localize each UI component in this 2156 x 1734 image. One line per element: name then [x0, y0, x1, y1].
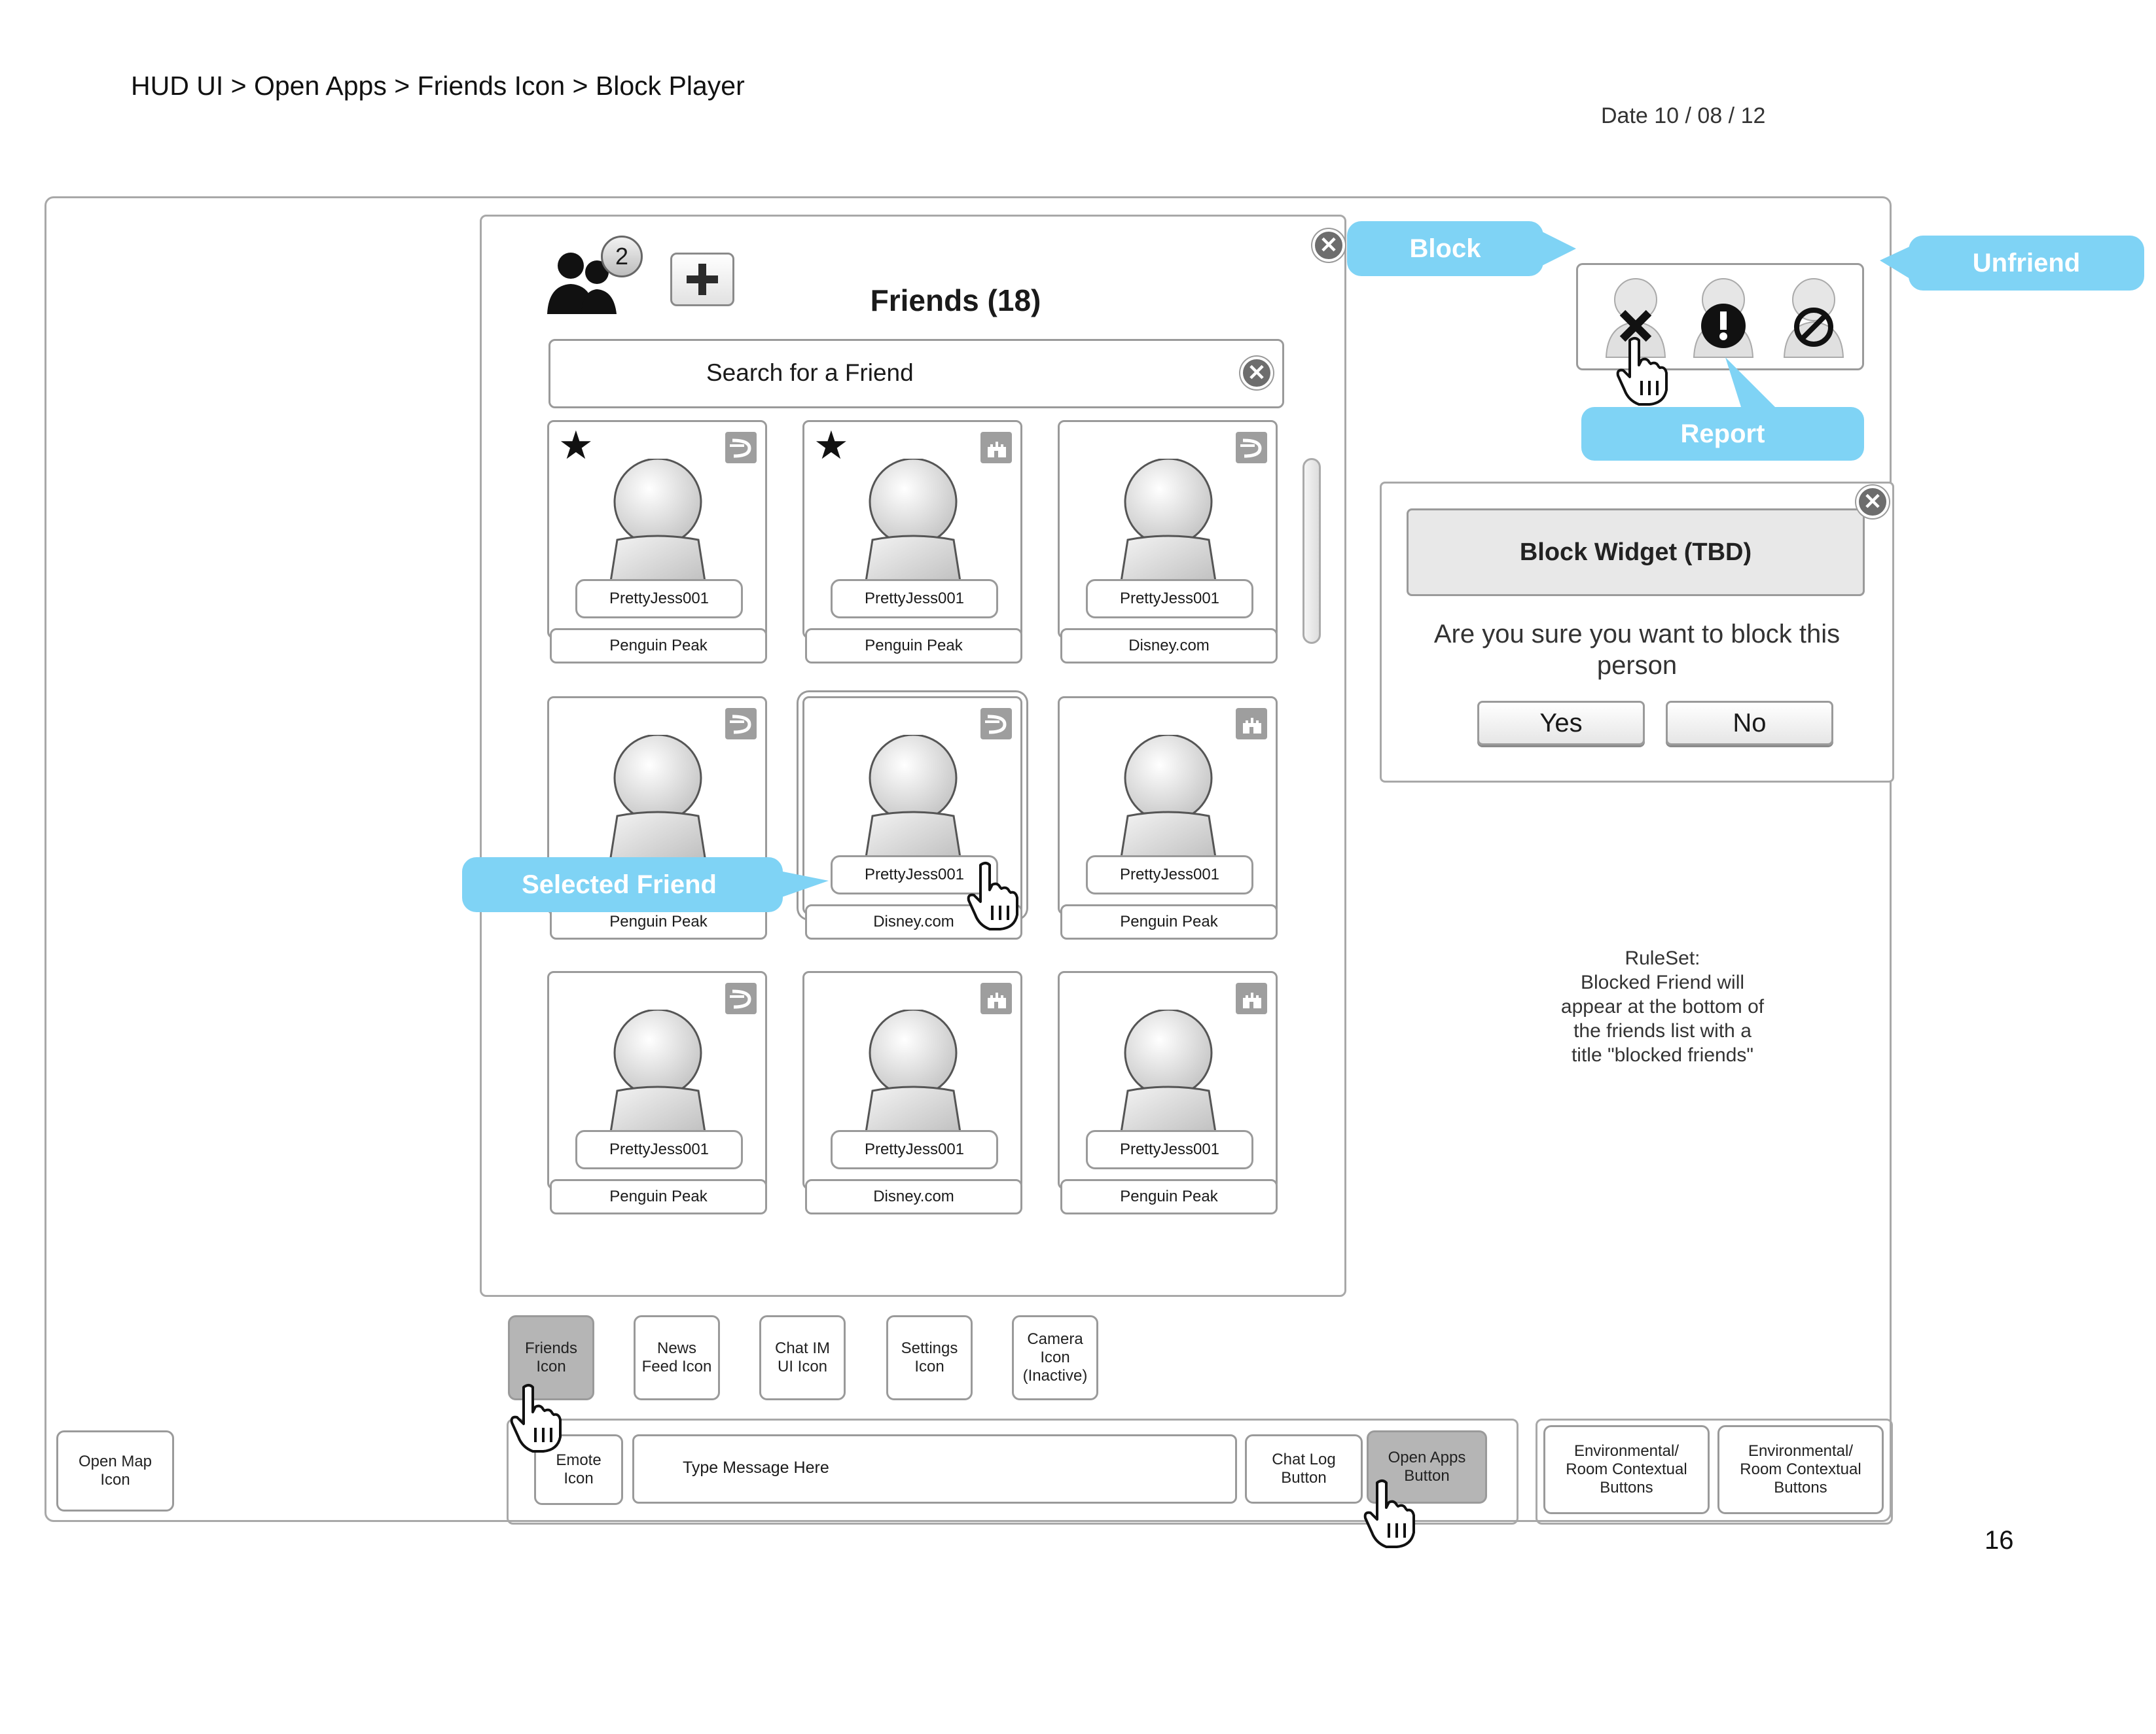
friends-count-badge: 2: [601, 236, 643, 277]
hand-cursor-icon: [966, 860, 1022, 932]
ruleset-line: Blocked Friend will: [1580, 972, 1745, 993]
friend-card[interactable]: ★ PrettyJess001 Penguin Peak: [802, 420, 1025, 671]
friends-panel-close-button[interactable]: ✕: [1312, 229, 1345, 262]
selected-friend-callout: Selected Friend: [462, 857, 829, 912]
search-input[interactable]: Search for a Friend: [706, 359, 914, 387]
friend-name: PrettyJess001: [831, 1130, 998, 1169]
castle-icon: [1235, 982, 1268, 1015]
friend-card-frame: PrettyJess001: [1058, 696, 1278, 915]
unfriend-callout: Unfriend: [1880, 236, 2144, 291]
disney-d-icon: [725, 431, 757, 464]
friend-location: Disney.com: [805, 1179, 1022, 1214]
ruleset-note: RuleSet: Blocked Friend will appear at t…: [1505, 946, 1820, 1067]
close-icon: ✕: [1247, 361, 1267, 385]
friend-card[interactable]: PrettyJess001 Disney.com: [802, 971, 1025, 1222]
friend-card-frame: PrettyJess001: [547, 971, 767, 1190]
page-number: 16: [1985, 1526, 2014, 1555]
friend-name: PrettyJess001: [831, 579, 998, 618]
block-dialog-title: Block Widget (TBD): [1407, 508, 1865, 596]
disney-d-icon: [980, 707, 1013, 740]
friend-location: Disney.com: [1060, 628, 1278, 664]
friend-location: Penguin Peak: [550, 628, 767, 664]
block-dialog: Block Widget (TBD) Are you sure you want…: [1380, 482, 1894, 783]
favorite-star-icon[interactable]: ★: [558, 426, 594, 465]
message-input[interactable]: Type Message Here: [632, 1434, 1237, 1504]
ruleset-line: the friends list with a: [1573, 1020, 1752, 1042]
friend-card[interactable]: PrettyJess001 Penguin Peak: [547, 971, 770, 1222]
chat-log-button[interactable]: Chat Log Button: [1245, 1434, 1363, 1504]
app-icon-button[interactable]: Chat IM UI Icon: [759, 1315, 846, 1400]
disney-d-icon: [725, 982, 757, 1015]
castle-icon: [980, 431, 1013, 464]
hand-cursor-icon: [1363, 1477, 1419, 1549]
block-dialog-message: Are you sure you want to block this pers…: [1433, 620, 1841, 680]
date-label: Date 10 / 08 / 12: [1601, 103, 1766, 128]
unfriend-callout-label: Unfriend: [1972, 248, 2081, 277]
environment-button[interactable]: Environmental/ Room Contextual Buttons: [1543, 1425, 1710, 1514]
friend-name: PrettyJess001: [575, 1130, 743, 1169]
open-map-button[interactable]: Open Map Icon: [56, 1430, 174, 1512]
report-callout-label: Report: [1680, 419, 1765, 448]
friend-name: PrettyJess001: [1086, 1130, 1253, 1169]
friend-card[interactable]: PrettyJess001 Disney.com: [1058, 420, 1280, 671]
add-friend-button[interactable]: [670, 253, 734, 306]
unfriend-icon[interactable]: [1778, 274, 1850, 359]
report-player-icon[interactable]: [1687, 274, 1759, 359]
friend-card-frame: PrettyJess001: [802, 971, 1022, 1190]
friend-location: Penguin Peak: [550, 1179, 767, 1214]
close-icon: ✕: [1863, 489, 1882, 514]
selected-friend-callout-label: Selected Friend: [522, 870, 717, 899]
ruleset-line: title "blocked friends": [1571, 1044, 1754, 1066]
ruleset-heading: RuleSet:: [1625, 947, 1700, 969]
block-no-button[interactable]: No: [1666, 701, 1833, 745]
hand-cursor-icon: [509, 1382, 566, 1454]
block-dialog-close-button[interactable]: ✕: [1856, 486, 1889, 518]
friend-name: PrettyJess001: [1086, 579, 1253, 618]
breadcrumb: HUD UI > Open Apps > Friends Icon > Bloc…: [131, 71, 745, 101]
app-icon-button[interactable]: Settings Icon: [886, 1315, 973, 1400]
disney-d-icon: [725, 707, 757, 740]
friends-title: Friends (18): [870, 283, 1041, 317]
search-clear-button[interactable]: ✕: [1240, 357, 1273, 389]
friend-name: PrettyJess001: [575, 579, 743, 618]
friend-card-frame: ★ PrettyJess001: [802, 420, 1022, 639]
friend-card-frame: PrettyJess001: [1058, 971, 1278, 1190]
message-placeholder: Type Message Here: [683, 1459, 829, 1477]
castle-icon: [980, 982, 1013, 1015]
friend-card[interactable]: PrettyJess001 Penguin Peak: [1058, 971, 1280, 1222]
hand-cursor-icon: [1615, 335, 1672, 407]
friend-card-frame: ★ PrettyJess001: [547, 420, 767, 639]
friend-card[interactable]: PrettyJess001 Penguin Peak: [1058, 696, 1280, 947]
friend-location: Penguin Peak: [1060, 1179, 1278, 1214]
block-callout-label: Block: [1409, 234, 1481, 263]
castle-icon: [1235, 707, 1268, 740]
friends-scrollbar[interactable]: [1303, 458, 1321, 644]
friend-location: Penguin Peak: [1060, 904, 1278, 940]
close-icon: ✕: [1319, 233, 1339, 258]
friend-card[interactable]: ★ PrettyJess001 Penguin Peak: [547, 420, 770, 671]
friend-card-frame: PrettyJess001: [1058, 420, 1278, 639]
block-callout: Block: [1347, 221, 1576, 276]
favorite-star-icon[interactable]: ★: [814, 426, 849, 465]
search-field[interactable]: Search for a Friend ✕: [548, 339, 1284, 408]
app-icon-button[interactable]: Camera Icon (Inactive): [1012, 1315, 1098, 1400]
app-icon-button[interactable]: News Feed Icon: [634, 1315, 720, 1400]
ruleset-line: appear at the bottom of: [1560, 996, 1765, 1017]
friend-name: PrettyJess001: [1086, 855, 1253, 894]
friend-location: Penguin Peak: [805, 628, 1022, 664]
environment-button[interactable]: Environmental/ Room Contextual Buttons: [1717, 1425, 1884, 1514]
block-yes-button[interactable]: Yes: [1477, 701, 1645, 745]
disney-d-icon: [1235, 431, 1268, 464]
plus-icon: [687, 264, 718, 295]
